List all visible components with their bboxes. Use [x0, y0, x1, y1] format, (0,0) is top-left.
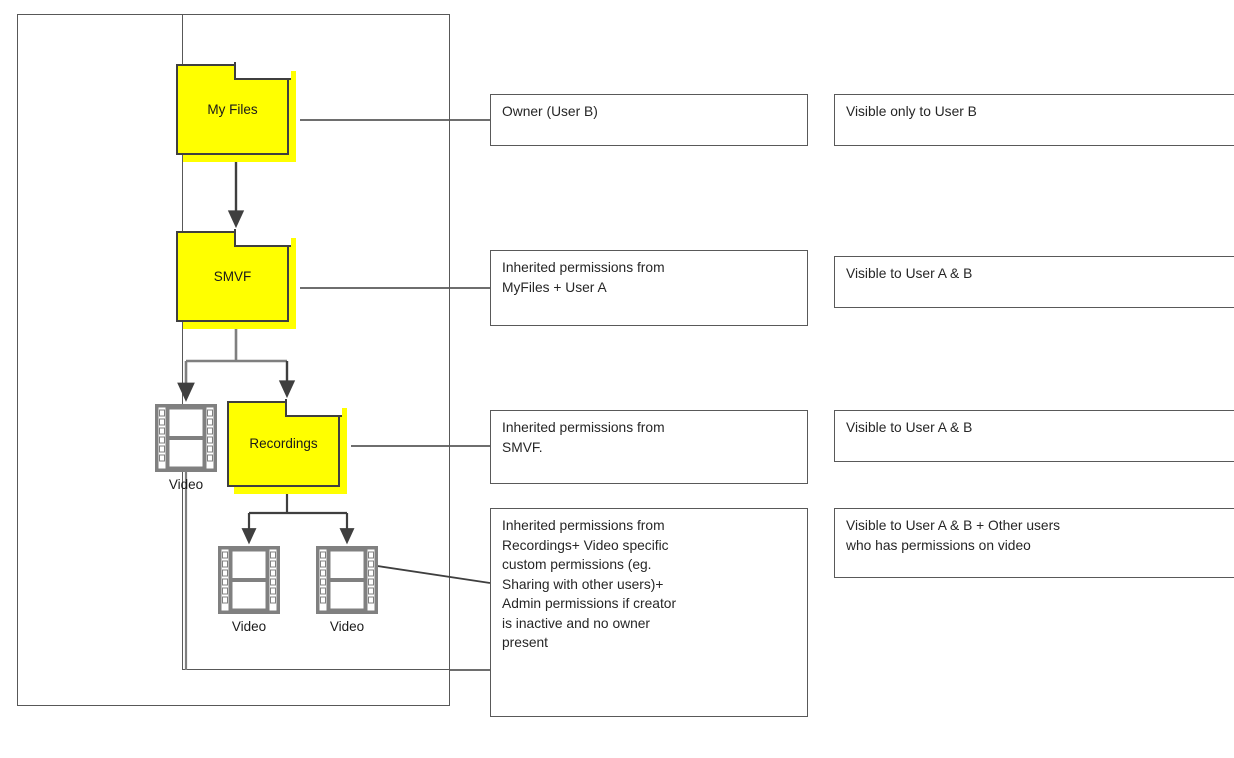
diagram-canvas: My Files SMVF Recordings Video Video Vid…	[0, 0, 1234, 758]
video-label: Video	[168, 477, 204, 492]
visibility-note-smvf: Visible to User A & B	[834, 256, 1234, 308]
folder-tab-notch	[234, 62, 291, 80]
video-1[interactable]: Video	[153, 402, 219, 492]
visibility-note-video: Visible to User A & B + Other users who …	[834, 508, 1234, 578]
video-2[interactable]: Video	[216, 544, 282, 634]
folder-label: SMVF	[213, 268, 252, 284]
note-recordings: Inherited permissions from SMVF.	[490, 410, 808, 484]
visibility-note-recordings: Visible to User A & B	[834, 410, 1234, 462]
note-smvf: Inherited permissions from MyFiles + Use…	[490, 250, 808, 326]
folder-tab-notch	[234, 229, 291, 247]
film-strip-icon	[153, 402, 219, 474]
visibility-note-my-files: Visible only to User B	[834, 94, 1234, 146]
film-strip-icon	[216, 544, 282, 616]
folder-label: Recordings	[249, 436, 318, 452]
video-label: Video	[231, 619, 267, 634]
folder-smvf[interactable]: SMVF	[176, 229, 296, 329]
note-owner: Owner (User B)	[490, 94, 808, 146]
folder-recordings[interactable]: Recordings	[227, 399, 347, 494]
video-3[interactable]: Video	[314, 544, 380, 634]
note-video: Inherited permissions from Recordings+ V…	[490, 508, 808, 717]
film-strip-icon	[314, 544, 380, 616]
folder-tab-notch	[285, 399, 342, 417]
folder-my-files[interactable]: My Files	[176, 62, 296, 162]
folder-label: My Files	[207, 101, 258, 117]
video-label: Video	[329, 619, 365, 634]
